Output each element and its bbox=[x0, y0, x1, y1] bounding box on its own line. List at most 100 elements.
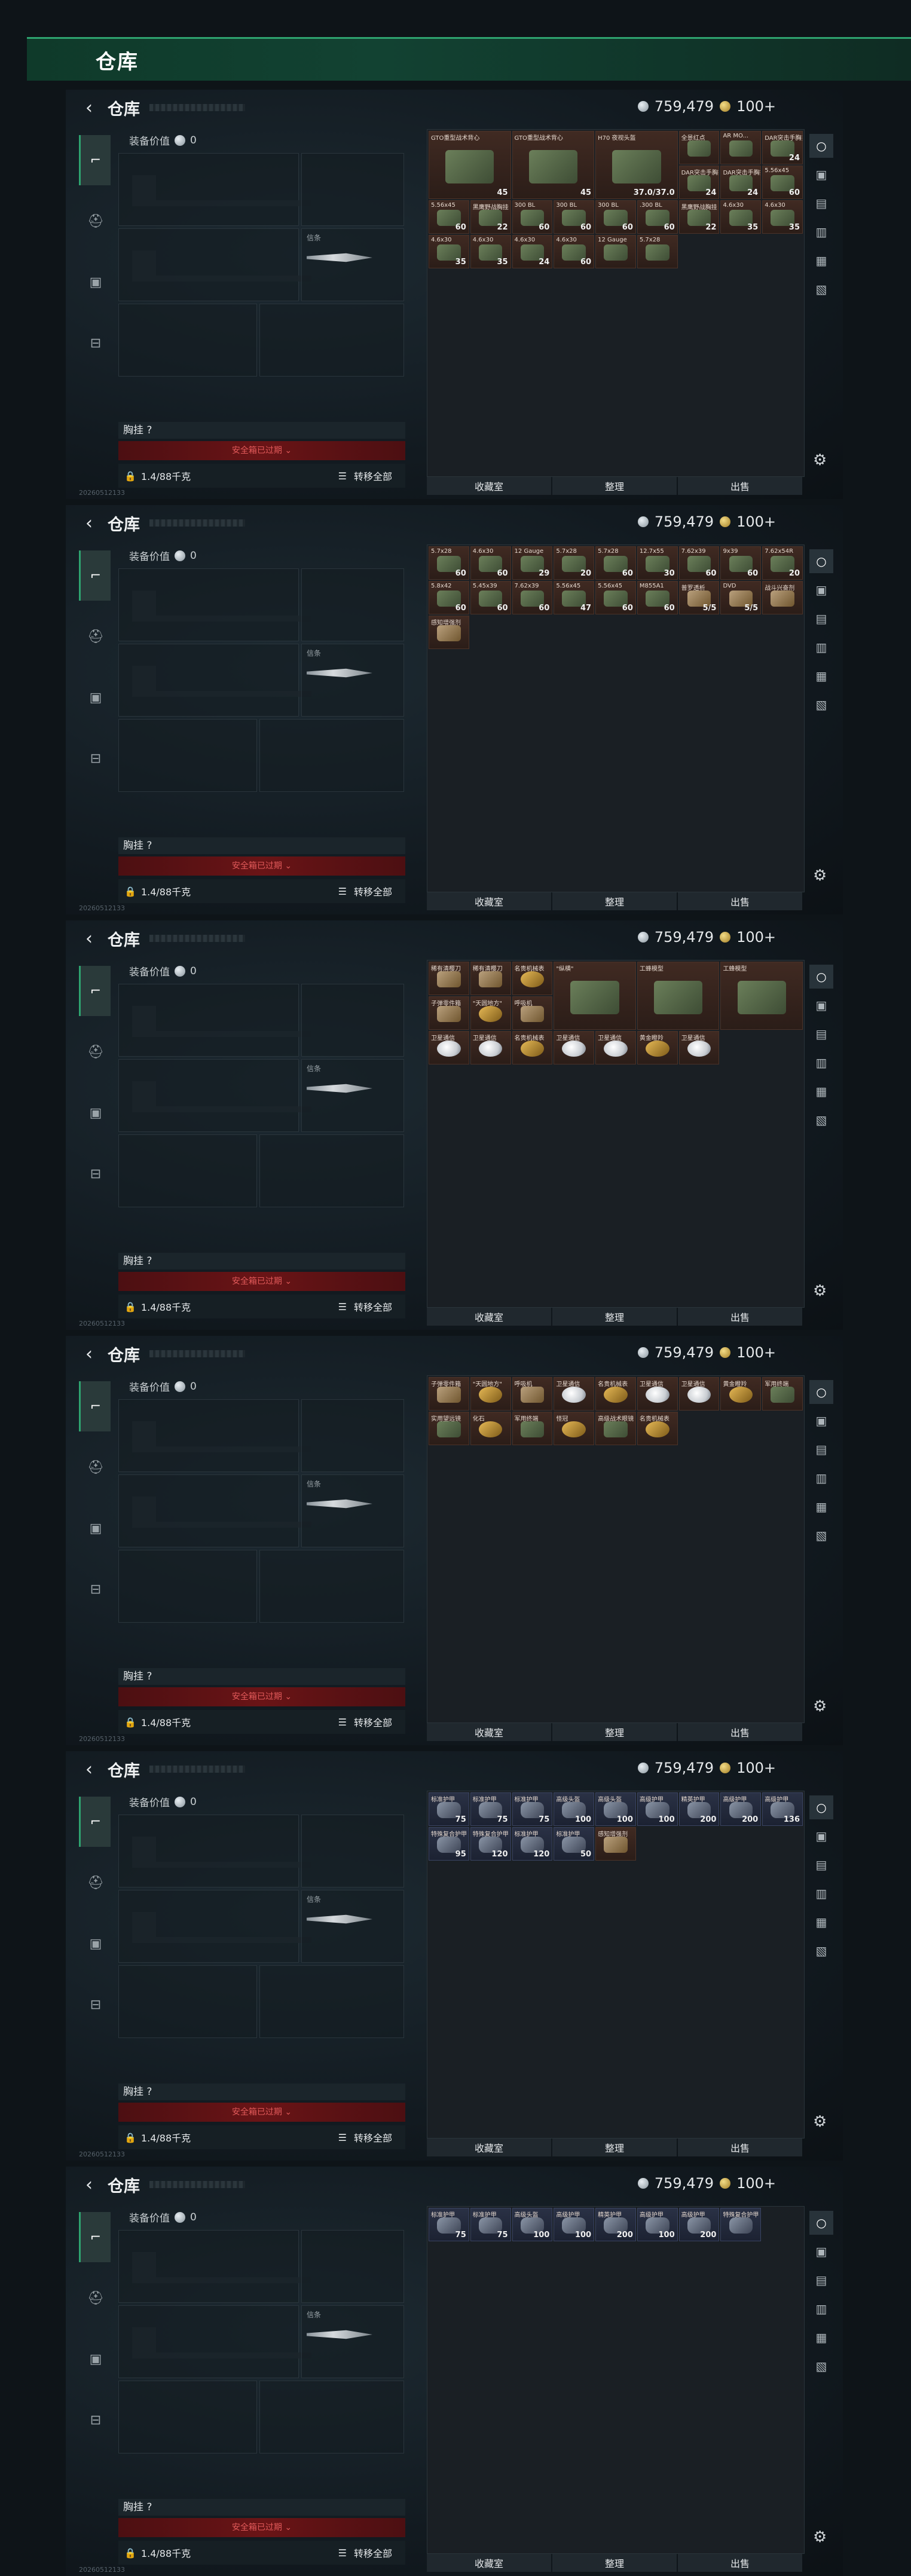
storage-item[interactable]: 标准护甲 75 bbox=[470, 1792, 511, 1826]
storage-item[interactable]: 12 Gauge bbox=[595, 235, 636, 268]
storage-item[interactable]: 特殊复合护甲 95 bbox=[429, 1827, 469, 1861]
sell-button[interactable]: 出售 bbox=[678, 1723, 802, 1741]
storage-item[interactable]: 卫星通信 bbox=[595, 1031, 636, 1064]
gun-icon[interactable]: ⌐ bbox=[79, 2212, 111, 2262]
filter-collection-icon[interactable]: ▧ bbox=[809, 1939, 833, 1963]
storage-item[interactable]: 卫星通信 bbox=[678, 1031, 720, 1064]
sort-button[interactable]: 整理 bbox=[552, 477, 677, 495]
sort-button[interactable]: 整理 bbox=[552, 2138, 677, 2156]
secondary-weapon-slot[interactable] bbox=[118, 228, 311, 301]
filter-ammo-icon[interactable]: ▤ bbox=[809, 1437, 833, 1461]
chest-rig-label[interactable]: 胸挂 ? bbox=[118, 422, 405, 439]
sell-button[interactable]: 出售 bbox=[678, 2138, 802, 2156]
armor-slot[interactable] bbox=[259, 1965, 404, 2038]
helmet-icon[interactable]: ⛑ bbox=[79, 1858, 111, 1908]
storage-item[interactable]: 特殊复合护甲 bbox=[720, 2208, 762, 2241]
backpack-icon[interactable]: ▣ bbox=[79, 1503, 111, 1553]
gold-amount[interactable]: 100+ bbox=[736, 2175, 776, 2192]
back-icon[interactable]: ‹ bbox=[79, 2174, 99, 2195]
storage-item[interactable]: 实用望远镜 bbox=[429, 1412, 469, 1445]
helmet-icon[interactable]: ⛑ bbox=[79, 611, 111, 662]
storage-item[interactable]: DAR突击手胸挂 24 bbox=[678, 166, 720, 199]
chest-rig-label[interactable]: 胸挂 ? bbox=[118, 1668, 405, 1685]
storage-item[interactable]: 高级护甲 200 bbox=[678, 2208, 720, 2241]
chest-rig-label[interactable]: 胸挂 ? bbox=[118, 2499, 405, 2516]
storage-item[interactable]: "天圆地方" bbox=[470, 996, 511, 1030]
storage-item[interactable]: 标准护甲 120 bbox=[512, 1827, 553, 1861]
storage-item[interactable]: 卫星通信 bbox=[554, 1031, 595, 1064]
storage-item[interactable]: 卫星通信 bbox=[637, 1377, 678, 1411]
collection-button[interactable]: 收藏室 bbox=[427, 2138, 551, 2156]
primary-weapon-slot[interactable] bbox=[118, 568, 311, 641]
settings-gear-icon[interactable]: ⚙ bbox=[813, 451, 827, 469]
storage-item[interactable]: 5.56x45 47 bbox=[554, 581, 595, 614]
storage-item[interactable]: 9x39 60 bbox=[720, 546, 762, 580]
safe-box-expired[interactable]: 安全箱已过期 ⌄ bbox=[118, 1272, 405, 1291]
storage-item[interactable]: M855A1 60 bbox=[637, 581, 678, 614]
storage-item[interactable]: 7.62x54R 20 bbox=[762, 546, 803, 580]
storage-item[interactable]: 名贵机械表 bbox=[512, 962, 553, 995]
pistol-slot[interactable] bbox=[301, 2230, 404, 2303]
toolbox-icon[interactable]: ⊟ bbox=[79, 1149, 111, 1199]
toolbox-icon[interactable]: ⊟ bbox=[79, 2395, 111, 2445]
storage-item[interactable]: 300 BL 60 bbox=[512, 200, 553, 234]
storage-item[interactable]: 呼吸机 bbox=[512, 996, 553, 1030]
storage-item[interactable]: 高级护甲 100 bbox=[637, 1792, 678, 1826]
storage-item[interactable]: H70 夜视头盔 37.0/37.0 bbox=[595, 131, 678, 199]
helmet-icon[interactable]: ⛑ bbox=[79, 2273, 111, 2323]
filter-medical-icon[interactable]: ▥ bbox=[809, 2297, 833, 2321]
back-icon[interactable]: ‹ bbox=[79, 513, 99, 534]
storage-item[interactable]: 精英护甲 200 bbox=[678, 1792, 720, 1826]
list-icon[interactable]: ☰ bbox=[338, 470, 347, 482]
storage-item[interactable]: .300 BL 60 bbox=[637, 200, 678, 234]
storage-item[interactable]: 标准护甲 75 bbox=[429, 1792, 469, 1826]
move-all-button[interactable]: 转移全部 bbox=[354, 1715, 392, 1729]
armor-slot[interactable] bbox=[259, 1550, 404, 1623]
pistol-slot[interactable] bbox=[301, 1815, 404, 1887]
armor-slot[interactable] bbox=[259, 719, 404, 792]
melee-slot[interactable]: 信条 bbox=[301, 1890, 404, 1963]
helmet-icon[interactable]: ⛑ bbox=[79, 1442, 111, 1492]
storage-item[interactable]: 4.6x30 35 bbox=[470, 235, 511, 268]
helmet-icon[interactable]: ⛑ bbox=[79, 1027, 111, 1077]
filter-medical-icon[interactable]: ▥ bbox=[809, 220, 833, 244]
sell-button[interactable]: 出售 bbox=[678, 892, 802, 910]
helmet-slot[interactable] bbox=[118, 2381, 257, 2453]
storage-item[interactable]: 子弹零件箱 bbox=[429, 996, 469, 1030]
toolbox-icon[interactable]: ⊟ bbox=[79, 1980, 111, 2030]
filter-ammo-icon[interactable]: ▤ bbox=[809, 1022, 833, 1046]
storage-item[interactable]: 5.7x28 60 bbox=[429, 546, 469, 580]
back-icon[interactable]: ‹ bbox=[79, 928, 99, 949]
filter-gear-icon[interactable]: ▣ bbox=[809, 993, 833, 1017]
sell-button[interactable]: 出售 bbox=[678, 477, 802, 495]
storage-item[interactable]: 4.6x30 35 bbox=[720, 200, 762, 234]
storage-item[interactable]: 名贵机械表 bbox=[595, 1377, 636, 1411]
primary-weapon-slot[interactable] bbox=[118, 2230, 311, 2303]
melee-slot[interactable]: 信条 bbox=[301, 228, 404, 301]
secondary-weapon-slot[interactable] bbox=[118, 1474, 311, 1547]
toolbox-icon[interactable]: ⊟ bbox=[79, 1564, 111, 1614]
filter-gear-icon[interactable]: ▣ bbox=[809, 2240, 833, 2263]
storage-item[interactable]: 稀有清樱刀 bbox=[470, 962, 511, 995]
storage-item[interactable]: 标准护甲 75 bbox=[470, 2208, 511, 2241]
lock-icon[interactable]: 🔒 bbox=[124, 886, 136, 897]
filter-medical-icon[interactable]: ▥ bbox=[809, 1466, 833, 1490]
armor-slot[interactable] bbox=[259, 2381, 404, 2453]
move-all-button[interactable]: 转移全部 bbox=[354, 1299, 392, 1314]
storage-item[interactable]: 卫星通信 bbox=[429, 1031, 469, 1064]
storage-item[interactable]: 12 Gauge 29 bbox=[512, 546, 553, 580]
storage-item[interactable]: 黄金瞪羚 bbox=[720, 1377, 762, 1411]
helmet-icon[interactable]: ⛑ bbox=[79, 196, 111, 246]
helmet-slot[interactable] bbox=[118, 1965, 257, 2038]
filter-ammo-icon[interactable]: ▤ bbox=[809, 607, 833, 631]
filter-misc-icon[interactable]: ▦ bbox=[809, 664, 833, 688]
filter-collection-icon[interactable]: ▧ bbox=[809, 1108, 833, 1132]
storage-item[interactable]: 卫星通信 bbox=[678, 1377, 720, 1411]
melee-slot[interactable]: 信条 bbox=[301, 2305, 404, 2378]
gun-icon[interactable]: ⌐ bbox=[79, 135, 111, 185]
helmet-slot[interactable] bbox=[118, 719, 257, 792]
storage-item[interactable]: 普罗透析 5/5 bbox=[678, 581, 720, 614]
backpack-icon[interactable]: ▣ bbox=[79, 1088, 111, 1138]
backpack-icon[interactable]: ▣ bbox=[79, 2334, 111, 2384]
safe-box-expired[interactable]: 安全箱已过期 ⌄ bbox=[118, 856, 405, 876]
